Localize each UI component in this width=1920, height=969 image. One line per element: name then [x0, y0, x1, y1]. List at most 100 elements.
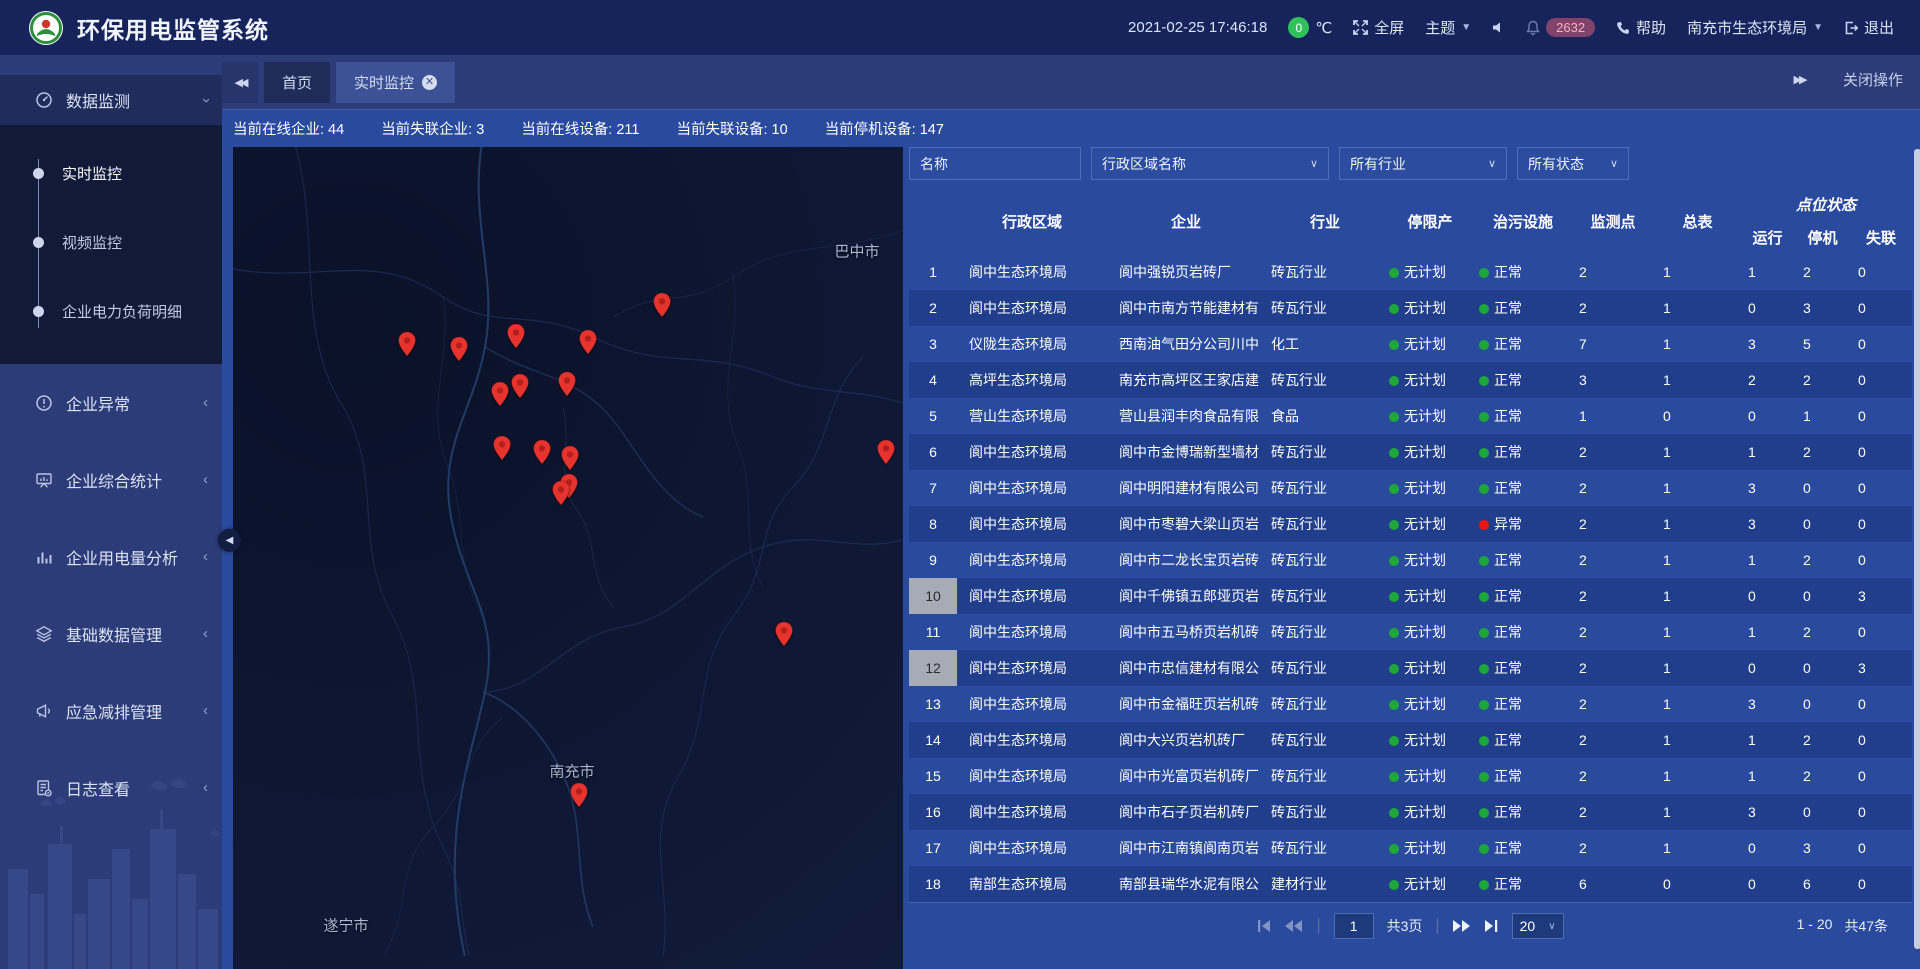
sidebar-collapse-button[interactable]: ◀: [218, 529, 241, 552]
map-pin[interactable]: [552, 480, 571, 506]
map-pin[interactable]: [579, 329, 598, 355]
last-page-button[interactable]: [1484, 920, 1499, 932]
sidebar-group-数据监测[interactable]: 数据监测‹: [0, 75, 222, 125]
cell-meter-count: 1: [1655, 686, 1740, 722]
status-dot: [1479, 376, 1489, 386]
map-pin[interactable]: [653, 292, 672, 318]
status-dot: [1389, 376, 1399, 386]
status-dot: [1479, 844, 1489, 854]
map-panel[interactable]: 巴中市南充市遂宁市: [233, 147, 903, 969]
map-pin[interactable]: [561, 445, 580, 471]
status-dot: [1389, 772, 1399, 782]
table-row[interactable]: 9阆中生态环境局阆中市二龙长宝页岩砖砖瓦行业无计划正常21120: [909, 542, 1912, 578]
stat-当前在线设备: 当前在线设备: 211: [521, 118, 639, 139]
sidebar-item-企业电力负荷明细[interactable]: 企业电力负荷明细: [0, 277, 222, 346]
tabs-scroll-right-button[interactable]: ▶▶: [1781, 59, 1817, 100]
table-row[interactable]: 14阆中生态环境局阆中大兴页岩机砖厂砖瓦行业无计划正常21120: [909, 722, 1912, 758]
sidebar-group-企业综合统计[interactable]: 企业综合统计‹: [0, 441, 222, 518]
cell-facility-status: 正常: [1475, 686, 1571, 722]
column-header-region: 行政区域: [957, 188, 1107, 254]
table-row[interactable]: 2阆中生态环境局阆中市南方节能建材有砖瓦行业无计划正常21030: [909, 290, 1912, 326]
first-page-button[interactable]: [1257, 920, 1272, 932]
table-row[interactable]: 17阆中生态环境局阆中市江南镇阆南页岩砖瓦行业无计划正常21030: [909, 830, 1912, 866]
close-operations-button[interactable]: 关闭操作: [1843, 69, 1903, 90]
table-row[interactable]: 7阆中生态环境局阆中明阳建材有限公司砖瓦行业无计划正常21300: [909, 470, 1912, 506]
previous-page-button[interactable]: [1285, 920, 1303, 932]
table-row[interactable]: 1阆中生态环境局阆中强锐页岩砖厂砖瓦行业无计划正常21120: [909, 254, 1912, 290]
cell-run-count: 0: [1740, 398, 1795, 434]
region-filter-select[interactable]: 行政区域名称 ∨: [1091, 147, 1329, 180]
table-row[interactable]: 5营山生态环境局营山县润丰肉食品有限食品无计划正常10010: [909, 398, 1912, 434]
cell-run-count: 0: [1740, 578, 1795, 614]
sidebar-group-企业异常[interactable]: 企业异常‹: [0, 364, 222, 441]
status-dot: [1389, 664, 1399, 674]
fullscreen-button[interactable]: 全屏: [1353, 17, 1404, 38]
cell-facility-status: 正常: [1475, 866, 1571, 902]
cell-stop-status: 无计划: [1385, 866, 1475, 902]
cell-stopped-count: 1: [1795, 398, 1850, 434]
chevron-down-icon: ▼: [1461, 22, 1471, 33]
table-row[interactable]: 6阆中生态环境局阆中市金博瑞新型墙材砖瓦行业无计划正常21120: [909, 434, 1912, 470]
cell-meter-count: 1: [1655, 290, 1740, 326]
theme-dropdown[interactable]: 主题 ▼: [1425, 17, 1471, 38]
next-page-button[interactable]: [1453, 920, 1471, 932]
map-pin[interactable]: [491, 381, 510, 407]
map-pin[interactable]: [570, 782, 589, 808]
notification-area[interactable]: 2632: [1526, 18, 1595, 37]
sidebar-group-基础数据管理[interactable]: 基础数据管理‹: [0, 595, 222, 672]
status-dot: [1479, 268, 1489, 278]
app-header: 环保用电监管系统 2021-02-25 17:46:18 0 ℃ 全屏 主题 ▼: [0, 0, 1920, 55]
table-row[interactable]: 13阆中生态环境局阆中市金福旺页岩机砖砖瓦行业无计划正常21300: [909, 686, 1912, 722]
vertical-scrollbar[interactable]: [1914, 149, 1920, 949]
log-icon: [34, 779, 54, 797]
industry-filter-select[interactable]: 所有行业 ∨: [1339, 147, 1507, 180]
tabs-scroll-left-button[interactable]: ◀◀: [222, 62, 258, 103]
sidebar-group-日志查看[interactable]: 日志查看‹: [0, 749, 222, 826]
cell-meter-count: 0: [1655, 866, 1740, 902]
map-pin[interactable]: [493, 435, 512, 461]
close-icon[interactable]: ✕: [422, 75, 437, 90]
table-row[interactable]: 15阆中生态环境局阆中市光富页岩机砖厂砖瓦行业无计划正常21120: [909, 758, 1912, 794]
table-row[interactable]: 11阆中生态环境局阆中市五马桥页岩机砖砖瓦行业无计划正常21120: [909, 614, 1912, 650]
sidebar-group-应急减排管理[interactable]: 应急减排管理‹: [0, 672, 222, 749]
sidebar-item-实时监控[interactable]: 实时监控: [0, 139, 222, 208]
map-pin[interactable]: [877, 439, 896, 465]
cell-stopped-count: 0: [1795, 686, 1850, 722]
table-row[interactable]: 18南部生态环境局南部县瑞华水泥有限公建材行业无计划正常60060: [909, 866, 1912, 902]
status-filter-select[interactable]: 所有状态 ∨: [1517, 147, 1629, 180]
page-size-select[interactable]: 20 ∨: [1512, 913, 1564, 939]
map-pin[interactable]: [507, 323, 526, 349]
logout-button[interactable]: 退出: [1844, 17, 1894, 38]
cell-stop-status: 无计划: [1385, 686, 1475, 722]
map-pin[interactable]: [398, 331, 417, 357]
table-row[interactable]: 4高坪生态环境局南充市高坪区王家店建砖瓦行业无计划正常31220: [909, 362, 1912, 398]
status-dot: [1479, 340, 1489, 350]
page-title: 环保用电监管系统: [77, 11, 269, 45]
help-button[interactable]: 帮助: [1616, 17, 1666, 38]
tab-实时监控[interactable]: 实时监控✕: [336, 62, 455, 103]
mute-button[interactable]: [1492, 21, 1505, 34]
name-filter-input[interactable]: [909, 147, 1081, 180]
cell-industry: 砖瓦行业: [1265, 614, 1385, 650]
table-row[interactable]: 3仪陇生态环境局西南油气田分公司川中化工无计划正常71350: [909, 326, 1912, 362]
org-dropdown[interactable]: 南充市生态环境局 ▼: [1687, 17, 1823, 38]
cell-facility-status: 正常: [1475, 578, 1571, 614]
sidebar-item-视频监控[interactable]: 视频监控: [0, 208, 222, 277]
cell-offline-count: 0: [1850, 614, 1912, 650]
table-row[interactable]: 8阆中生态环境局阆中市枣碧大梁山页岩砖瓦行业无计划异常21300: [909, 506, 1912, 542]
table-row[interactable]: 12阆中生态环境局阆中市忠信建材有限公砖瓦行业无计划正常21003: [909, 650, 1912, 686]
map-pin[interactable]: [533, 439, 552, 465]
sidebar-group-企业用电量分析[interactable]: 企业用电量分析‹: [0, 518, 222, 595]
cell-monitor-count: 7: [1571, 326, 1655, 362]
tab-首页[interactable]: 首页: [264, 62, 330, 103]
page-number-input[interactable]: [1334, 913, 1374, 939]
map-pin[interactable]: [775, 621, 794, 647]
table-row[interactable]: 16阆中生态环境局阆中市石子页岩机砖厂砖瓦行业无计划正常21300: [909, 794, 1912, 830]
cell-offline-count: 3: [1850, 578, 1912, 614]
map-pin[interactable]: [558, 371, 577, 397]
cell-monitor-count: 2: [1571, 614, 1655, 650]
cell-meter-count: 1: [1655, 542, 1740, 578]
table-row[interactable]: 10阆中生态环境局阆中千佛镇五郎垭页岩砖瓦行业无计划正常21003: [909, 578, 1912, 614]
map-pin[interactable]: [511, 373, 530, 399]
map-pin[interactable]: [450, 336, 469, 362]
